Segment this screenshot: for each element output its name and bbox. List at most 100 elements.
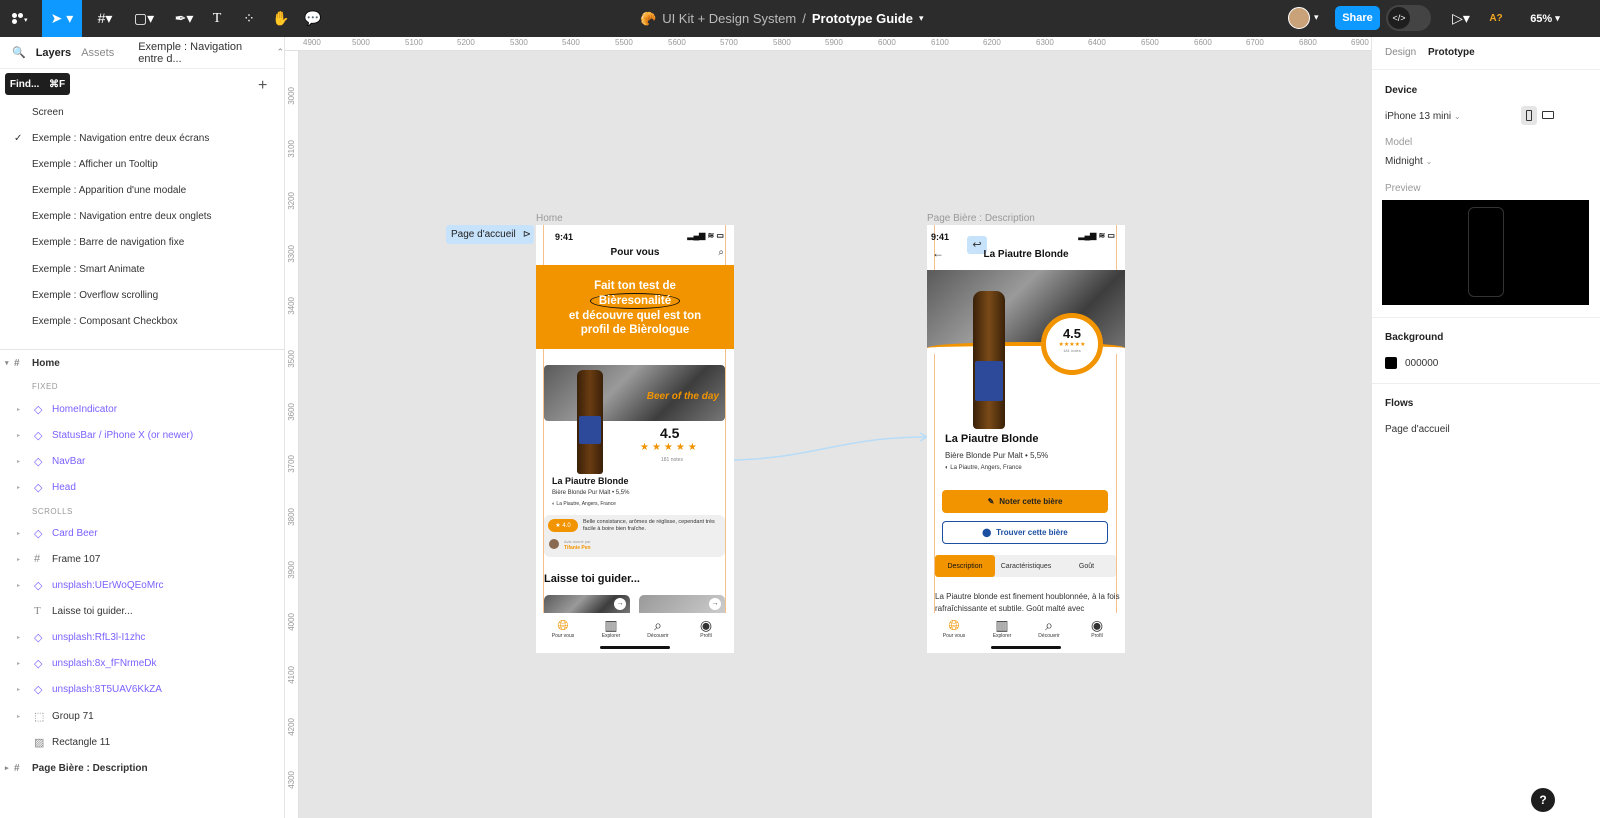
add-page-icon[interactable]: + xyxy=(258,77,267,95)
page-item[interactable]: Screen xyxy=(0,99,284,125)
chevron-down-icon: ▾ xyxy=(1555,13,1560,23)
chevron-down-icon[interactable]: ▾ xyxy=(1314,12,1319,23)
card-beer[interactable]: Beer of the day 4.5 ★★★★★ 181 notes La P… xyxy=(544,365,725,511)
search-icon[interactable]: 🔍 xyxy=(12,46,26,59)
tab-gout[interactable]: Goût xyxy=(1057,563,1116,570)
tab-design[interactable]: Design xyxy=(1385,47,1416,58)
flow-item[interactable]: Page d'accueil xyxy=(1385,424,1450,435)
tab-description[interactable]: Description xyxy=(935,555,995,577)
description-frame[interactable]: 9:41 ▂▄▆ ≋ ▭ ← ↩ La Piautre Blonde 4.5 ★… xyxy=(927,225,1125,653)
accessibility-button[interactable]: A? xyxy=(1484,0,1508,37)
globe-icon: 🌐︎ xyxy=(557,617,569,633)
text-tool-button[interactable]: T xyxy=(204,0,230,37)
frame-label-description[interactable]: Page Bière : Description xyxy=(927,213,1035,224)
layer-item[interactable]: ▸ ◇ Head xyxy=(0,474,284,500)
project-name[interactable]: UI Kit + Design System xyxy=(662,11,796,26)
avatar[interactable] xyxy=(1288,7,1310,29)
review-card[interactable]: ★ 4.0 Belle consistance, arômes de régli… xyxy=(544,515,725,557)
page-item[interactable]: Exemple : Composant Checkbox xyxy=(0,308,284,334)
layer-item[interactable]: ▸ ◇ unsplash:8x_fFNrmeDk xyxy=(0,650,284,676)
layer-item[interactable]: ▨ Rectangle 11 xyxy=(0,729,284,755)
chevron-down-icon[interactable]: ▾ xyxy=(919,13,924,24)
layer-item[interactable]: ▸ ⬚ Group 71 xyxy=(0,703,284,729)
play-frame-icon[interactable]: ⊳ xyxy=(523,229,531,240)
nav-item-decouvrir[interactable]: ⌕ Découvrir xyxy=(638,617,678,639)
layer-item[interactable]: ▸ ◇ unsplash:RfL3l-I1zhc xyxy=(0,624,284,650)
page-item[interactable]: Exemple : Smart Animate xyxy=(0,256,284,282)
page-label: Exemple : Composant Checkbox xyxy=(32,315,178,327)
page-selector[interactable]: Exemple : Navigation entre d... xyxy=(138,41,266,65)
review-score: ★ 4.0 xyxy=(548,519,578,532)
bierosonalite-banner[interactable]: Fait ton test de Bièresonalité et découv… xyxy=(536,265,734,349)
resources-icon: ⁘ xyxy=(243,10,255,26)
page-item[interactable]: Exemple : Apparition d'une modale xyxy=(0,177,284,203)
layer-frame-page-biere[interactable]: ▸ # Page Bière : Description xyxy=(0,755,284,781)
device-select[interactable]: iPhone 13 mini ⌄ xyxy=(1385,111,1461,122)
find-beer-button[interactable]: ⬤ Trouver cette bière xyxy=(942,521,1108,544)
pen-tool-button[interactable]: ✒▾ xyxy=(166,0,202,37)
help-button[interactable]: ? xyxy=(1531,788,1555,812)
landscape-icon[interactable] xyxy=(1542,111,1554,119)
comment-tool-button[interactable]: 💬 xyxy=(300,0,326,37)
dev-mode-toggle[interactable]: </> xyxy=(1386,5,1431,31)
background-hex-input[interactable]: 000000 xyxy=(1405,358,1438,369)
rate-beer-button[interactable]: ✎ Noter cette bière xyxy=(942,490,1108,513)
layer-item[interactable]: ▸ # Frame 107 xyxy=(0,546,284,572)
tab-assets[interactable]: Assets xyxy=(81,47,114,59)
nav-item-profil[interactable]: ◉ Profil xyxy=(1077,617,1117,639)
search-icon[interactable]: ⌕ xyxy=(718,247,724,258)
tab-layers[interactable]: Layers xyxy=(36,47,71,59)
flow-starting-point[interactable]: Page d'accueil ⊳ xyxy=(446,225,534,244)
frame-tool-button[interactable]: #▾ xyxy=(88,0,122,37)
nav-item-pour-vous[interactable]: 🌐︎ Pour vous xyxy=(934,617,974,639)
guide-image[interactable]: → xyxy=(639,595,725,613)
move-tool-button[interactable]: ➤ ▾ xyxy=(42,0,82,37)
file-name[interactable]: Prototype Guide xyxy=(812,11,913,26)
prototype-connection[interactable] xyxy=(720,430,935,470)
share-button[interactable]: Share xyxy=(1335,6,1380,30)
model-select[interactable]: Midnight ⌄ xyxy=(1385,156,1432,167)
nav-label: Explorer xyxy=(992,633,1012,639)
layer-frame-home[interactable]: ▾ # Home xyxy=(0,350,284,376)
nav-item-profil[interactable]: ◉ Profil xyxy=(686,617,726,639)
frame-label-home[interactable]: Home xyxy=(536,213,563,224)
page-item[interactable]: Exemple : Barre de navigation fixe xyxy=(0,229,284,255)
nav-item-explorer[interactable]: ▥ Explorer xyxy=(591,617,631,639)
profile-icon: ◉ xyxy=(1090,617,1104,633)
location-pin-icon: ⬤ xyxy=(982,528,992,537)
background-swatch[interactable] xyxy=(1385,357,1397,369)
page-item[interactable]: Exemple : Overflow scrolling xyxy=(0,282,284,308)
question-icon: ? xyxy=(1539,793,1547,807)
arrow-right-icon[interactable]: → xyxy=(614,598,626,610)
find-tooltip: Find... ⌘F xyxy=(5,73,70,95)
layer-item[interactable]: ▸ ◇ unsplash:UErWoQEoMrc xyxy=(0,572,284,598)
shape-tool-button[interactable]: ▢▾ xyxy=(126,0,162,37)
layer-item[interactable]: ▸ ◇ NavBar xyxy=(0,448,284,474)
hand-tool-button[interactable]: ✋ xyxy=(268,0,294,37)
present-button[interactable]: ▷▾ xyxy=(1446,0,1476,37)
layer-item[interactable]: ▸ ◇ StatusBar / iPhone X (or newer) xyxy=(0,422,284,448)
page-item-active[interactable]: ✓ Exemple : Navigation entre deux écrans xyxy=(0,125,284,151)
nav-item-explorer[interactable]: ▥ Explorer xyxy=(982,617,1022,639)
guide-image[interactable]: → xyxy=(544,595,630,613)
file-title[interactable]: 🥐 UI Kit + Design System / Prototype Gui… xyxy=(640,0,924,37)
resources-button[interactable]: ⁘ xyxy=(236,0,262,37)
layer-item[interactable]: ▸ ◇ HomeIndicator xyxy=(0,396,284,422)
home-frame[interactable]: 9:41 ▂▄▆ ≋ ▭ Pour vous ⌕ Fait ton test d… xyxy=(536,225,734,653)
layer-item[interactable]: ▸ ◇ unsplash:8T5UAV6KkZA xyxy=(0,676,284,702)
zoom-menu[interactable]: 65% ▾ xyxy=(1520,0,1570,37)
arrow-right-icon[interactable]: → xyxy=(709,598,721,610)
page-item[interactable]: Exemple : Afficher un Tooltip xyxy=(0,151,284,177)
tab-caracteristiques[interactable]: Caractéristiques xyxy=(995,563,1057,570)
layer-item[interactable]: ▸ ◇ Card Beer xyxy=(0,520,284,546)
nav-item-decouvrir[interactable]: ⌕ Découvrir xyxy=(1029,617,1069,639)
nav-item-pour-vous[interactable]: 🌐︎ Pour vous xyxy=(543,617,583,639)
chevron-up-icon[interactable]: ⌃ xyxy=(276,47,284,58)
main-menu-button[interactable]: ▾ xyxy=(0,0,42,37)
guide-heading: Laisse toi guider... xyxy=(544,573,640,585)
page-item[interactable]: Exemple : Navigation entre deux onglets xyxy=(0,203,284,229)
layer-item[interactable]: T Laisse toi guider... xyxy=(0,598,284,624)
section-label-fixed: FIXED xyxy=(32,382,59,391)
portrait-button[interactable] xyxy=(1521,106,1537,125)
tab-prototype[interactable]: Prototype xyxy=(1428,47,1475,58)
